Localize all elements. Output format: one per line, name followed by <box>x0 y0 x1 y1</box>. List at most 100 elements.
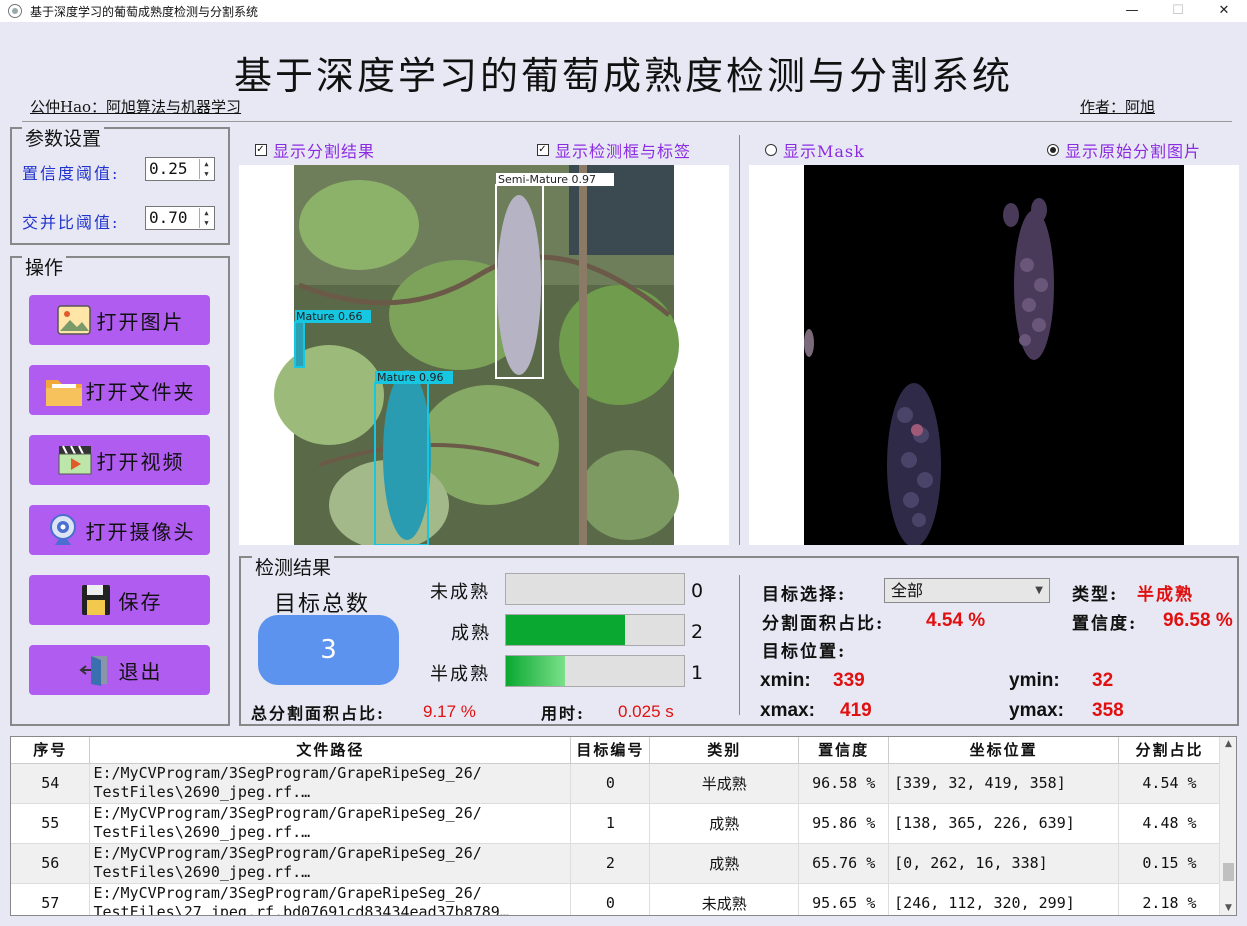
show-box-checkbox[interactable]: ✓ 显示检测框与标签 <box>537 138 691 162</box>
chevron-down-icon[interactable]: ▼ <box>200 169 213 179</box>
exit-button[interactable]: 退出 <box>29 645 210 695</box>
maximize-button[interactable]: ☐ <box>1155 0 1201 22</box>
cell-category: 成熟 <box>649 843 800 884</box>
cell-object-id: 0 <box>570 763 651 804</box>
table-scrollbar[interactable]: ▲ ▼ <box>1219 737 1236 915</box>
cell-path-line2: TestFiles\27_jpeg.rf.bd07691cd83434ead37… <box>93 903 509 916</box>
scroll-up-icon[interactable]: ▲ <box>1220 739 1236 749</box>
cell-path-line2: TestFiles\2690_jpeg.rf.… <box>93 863 311 881</box>
save-button[interactable]: 保存 <box>29 575 210 625</box>
cell-confidence: 96.58 % <box>798 763 890 804</box>
col-header-category[interactable]: 类别 <box>649 737 800 764</box>
cell-confidence: 65.76 % <box>798 843 890 884</box>
semi-ripe-progress-bar <box>505 655 685 687</box>
open-folder-button[interactable]: 打开文件夹 <box>29 365 210 415</box>
col-header-path[interactable]: 文件路径 <box>89 737 572 764</box>
cell-path-line1: E:/MyCVProgram/3SegProgram/GrapeRipeSeg_… <box>93 844 482 862</box>
open-image-label: 打开图片 <box>96 309 185 334</box>
target-select-dropdown[interactable]: 全部 ▼ <box>884 578 1050 603</box>
ymax-value: 358 <box>1092 700 1124 721</box>
show-mask-radio[interactable]: 显示Mask <box>765 138 865 162</box>
class-label-unripe: 未成熟 <box>430 582 490 603</box>
col-header-coords[interactable]: 坐标位置 <box>888 737 1119 764</box>
cell-index: 54 <box>11 763 91 804</box>
cell-category: 半成熟 <box>649 763 800 804</box>
segmentation-image <box>749 165 1239 547</box>
cell-index: 56 <box>11 843 91 884</box>
cell-coords: [246, 112, 320, 299] <box>888 883 1119 915</box>
cell-coords: [0, 262, 16, 338] <box>888 843 1119 884</box>
show-mask-label: 显示Mask <box>783 142 865 161</box>
public-account-text: 公仲Hao：阿旭算法与机器学习 <box>30 98 242 116</box>
open-image-button[interactable]: 打开图片 <box>29 295 210 345</box>
webcam-icon <box>44 512 82 548</box>
confidence-value: 96.58 % <box>1163 610 1233 631</box>
window-titlebar: 基于深度学习的葡萄成熟度检测与分割系统 — ☐ ✕ <box>0 0 1247 22</box>
confidence-label: 置信度: <box>1072 614 1138 634</box>
col-header-ratio[interactable]: 分割占比 <box>1118 737 1221 764</box>
cell-confidence: 95.65 % <box>798 883 890 915</box>
table-row[interactable]: 55 E:/MyCVProgram/3SegProgram/GrapeRipeS… <box>11 803 1221 844</box>
spin-arrows[interactable]: ▲ ▼ <box>199 159 213 179</box>
image-icon <box>55 302 93 338</box>
conf-threshold-spinbox[interactable]: 0.25 ▲ ▼ <box>145 157 215 181</box>
cell-path: E:/MyCVProgram/3SegProgram/GrapeRipeSeg_… <box>89 803 572 844</box>
iou-threshold-spinbox[interactable]: 0.70 ▲ ▼ <box>145 206 215 230</box>
class-label-ripe: 成熟 <box>451 623 491 644</box>
table-row[interactable]: 57 E:/MyCVProgram/3SegProgram/GrapeRipeS… <box>11 883 1221 916</box>
cell-index: 55 <box>11 803 91 844</box>
cell-category: 成熟 <box>649 803 800 844</box>
table-row[interactable]: 54 E:/MyCVProgram/3SegProgram/GrapeRipeS… <box>11 763 1221 804</box>
cell-object-id: 2 <box>570 843 651 884</box>
close-button[interactable]: ✕ <box>1201 0 1247 22</box>
col-header-object-id[interactable]: 目标编号 <box>570 737 651 764</box>
semi-ripe-count: 1 <box>691 662 704 684</box>
results-table[interactable]: 序号 文件路径 目标编号 类别 置信度 坐标位置 分割占比 54 E:/MyCV… <box>10 736 1237 916</box>
spin-arrows[interactable]: ▲ ▼ <box>199 208 213 228</box>
exit-label: 退出 <box>118 659 163 684</box>
window-title: 基于深度学习的葡萄成熟度检测与分割系统 <box>30 4 259 19</box>
operations-group-title: 操作 <box>22 253 67 280</box>
cell-ratio: 4.48 % <box>1118 803 1221 844</box>
minimize-button[interactable]: — <box>1109 0 1155 22</box>
table-header-row: 序号 文件路径 目标编号 类别 置信度 坐标位置 分割占比 <box>11 737 1221 764</box>
col-header-confidence[interactable]: 置信度 <box>798 737 890 764</box>
checkbox-checked-icon: ✓ <box>537 144 549 156</box>
scroll-down-icon[interactable]: ▼ <box>1220 903 1236 913</box>
chevron-down-icon[interactable]: ▼ <box>200 218 213 228</box>
radio-selected-icon <box>1047 144 1059 156</box>
chevron-up-icon[interactable]: ▲ <box>200 159 213 169</box>
show-seg-label: 显示分割结果 <box>273 142 376 161</box>
open-video-button[interactable]: 打开视频 <box>29 435 210 485</box>
open-camera-label: 打开摄像头 <box>85 519 196 544</box>
table-row[interactable]: 56 E:/MyCVProgram/3SegProgram/GrapeRipeS… <box>11 843 1221 884</box>
app-icon <box>8 4 22 18</box>
scrollbar-thumb[interactable] <box>1223 863 1234 881</box>
show-orig-seg-label: 显示原始分割图片 <box>1065 142 1202 161</box>
results-divider <box>739 575 740 715</box>
xmin-label: xmin: <box>760 670 811 691</box>
semi-ripe-progress-fill <box>506 656 565 686</box>
video-icon <box>55 442 93 478</box>
cell-ratio: 2.18 % <box>1118 883 1221 915</box>
open-folder-label: 打开文件夹 <box>85 379 196 404</box>
cell-path-line1: E:/MyCVProgram/3SegProgram/GrapeRipeSeg_… <box>93 884 482 902</box>
unripe-progress-bar <box>505 573 685 605</box>
show-orig-seg-radio[interactable]: 显示原始分割图片 <box>1047 138 1201 162</box>
col-header-index[interactable]: 序号 <box>11 737 91 764</box>
chevron-up-icon[interactable]: ▲ <box>200 208 213 218</box>
total-area-label: 总分割面积占比: <box>251 704 385 723</box>
cell-path-line2: TestFiles\2690_jpeg.rf.… <box>93 823 311 841</box>
total-count-display: 3 <box>258 615 399 685</box>
xmax-value: 419 <box>840 700 872 721</box>
author-text: 作者：阿旭 <box>1080 98 1156 116</box>
params-group-title: 参数设置 <box>22 124 105 151</box>
type-label: 类型: <box>1072 585 1119 605</box>
results-group-title: 检测结果 <box>252 553 335 580</box>
cell-coords: [339, 32, 419, 358] <box>888 763 1119 804</box>
type-value: 半成熟 <box>1137 585 1194 605</box>
open-camera-button[interactable]: 打开摄像头 <box>29 505 210 555</box>
show-seg-checkbox[interactable]: ✓ 显示分割结果 <box>255 138 375 162</box>
cell-object-id: 1 <box>570 803 651 844</box>
ymax-label: ymax: <box>1009 700 1064 721</box>
